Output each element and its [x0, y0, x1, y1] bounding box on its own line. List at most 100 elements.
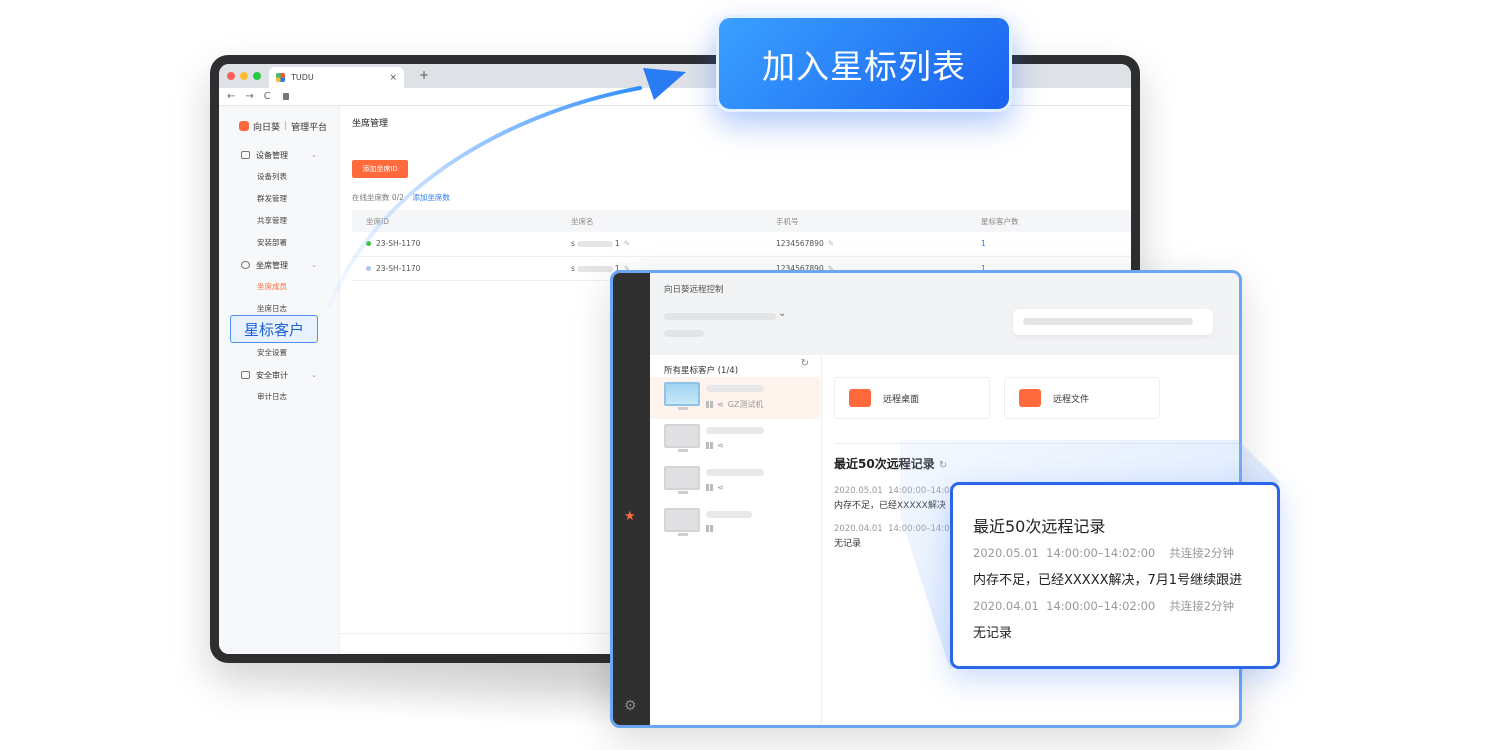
star-user-icon[interactable]: ★ — [624, 509, 640, 525]
remote-file-label: 远程文件 — [1053, 394, 1090, 405]
record-time: 14:00:00–14:02:00 — [1046, 546, 1156, 560]
nav-group-security-audit[interactable]: 安全审计 ⌄ — [219, 364, 339, 386]
phone-cell: 1234567890 ✎ — [762, 232, 967, 257]
seat-count-label: 在线坐席数 0/2 — [352, 193, 404, 202]
name-placeholder — [706, 469, 764, 476]
lock-icon — [282, 93, 289, 100]
forward-icon[interactable]: → — [245, 91, 253, 102]
divider — [834, 443, 1239, 444]
record-date: 2020.05.01 — [973, 546, 1039, 560]
monitor-icon — [664, 466, 700, 490]
client-nav-rail: ★ ⚙ — [613, 273, 650, 725]
nav-item-seat-members[interactable]: 坐席成员 — [219, 276, 339, 298]
nav-item-audit-log[interactable]: 审计日志 — [219, 386, 339, 408]
star-client-callout[interactable]: 星标客户 — [230, 315, 318, 343]
client-header: 向日葵远程控制 ⌄ — [650, 273, 1239, 355]
record-desc: 无记录 — [834, 539, 862, 549]
list-item[interactable]: ⋖ GZ测试机 — [650, 377, 820, 419]
add-seat-button[interactable]: 添加坐席ID — [352, 160, 408, 178]
client-title: 向日葵远程控制 — [664, 285, 724, 295]
nav-group-seat-mgmt[interactable]: 坐席管理 ⌄ — [219, 254, 339, 276]
list-item[interactable] — [650, 503, 820, 545]
seat-name-prefix: s — [571, 263, 575, 273]
record-duration: 共连接2分钟 — [1169, 599, 1235, 613]
seat-id: 23-SH-1170 — [376, 239, 421, 249]
close-window-dot[interactable] — [227, 72, 235, 80]
device-code-placeholder — [1023, 318, 1193, 325]
tab-favicon-icon — [276, 73, 285, 82]
list-item[interactable]: ⋖ — [650, 461, 820, 503]
monitor-stand — [678, 533, 688, 536]
nav-group-device-mgmt[interactable]: 设备管理 ⌄ — [219, 144, 339, 166]
nav-group-label: 安全审计 — [256, 370, 288, 380]
back-icon[interactable]: ← — [227, 91, 235, 102]
tab-close-icon[interactable]: × — [389, 73, 397, 83]
add-seat-link[interactable]: 添加坐席数 — [412, 193, 450, 202]
remote-file-button[interactable]: 远程文件 — [1004, 377, 1160, 419]
window-controls — [227, 72, 261, 80]
refresh-icon[interactable]: ↻ — [801, 358, 809, 369]
chevron-down-icon: ⌄ — [311, 151, 317, 159]
seat-count: 在线坐席数 0/2 添加坐席数 — [352, 192, 450, 203]
nav-item-security-settings[interactable]: 安全设置 — [219, 342, 339, 364]
online-status-dot — [366, 241, 371, 247]
record-meta: 2020.04.01 14:00:00–14:02:00 共连接2分钟 — [973, 598, 1234, 614]
page-title: 坐席管理 — [352, 119, 389, 129]
browser-tab[interactable]: TUDU × — [269, 67, 404, 88]
table-row[interactable]: 23-SH-1170 s 1 ✎ 1234567890 ✎ 1 — [352, 232, 1131, 257]
phone: 1234567890 — [776, 239, 824, 249]
list-item[interactable]: ⋖ — [650, 419, 820, 461]
remote-desktop-label: 远程桌面 — [883, 394, 920, 405]
monitor-stand — [678, 491, 688, 494]
headset-icon — [241, 261, 250, 269]
minimize-window-dot[interactable] — [240, 72, 248, 80]
maximize-window-dot[interactable] — [253, 72, 261, 80]
edit-icon[interactable]: ✎ — [624, 239, 630, 248]
device-meta — [706, 525, 713, 532]
windows-icon — [706, 442, 713, 449]
record-desc: 内存不足，已经XXXXX解决 — [834, 501, 946, 511]
star-client-list: 所有星标客户 (1/4) ↻ ⋖ GZ测试机 ⋖ ⋖ — [650, 355, 822, 725]
chevron-down-icon[interactable]: ⌄ — [778, 308, 786, 319]
nav-item-share-mgmt[interactable]: 共享管理 — [219, 210, 339, 232]
brand-suffix: 管理平台 — [291, 122, 328, 133]
folder-icon — [1019, 389, 1041, 407]
nav-item-batch-deploy[interactable]: 群发管理 — [219, 188, 339, 210]
seat-name-prefix: s — [571, 239, 575, 249]
gear-icon[interactable]: ⚙ — [624, 698, 640, 714]
edit-icon[interactable]: ✎ — [828, 239, 834, 248]
record-desc: 内存不足，已经XXXXX解决，7月1号继续跟进 — [973, 573, 1243, 588]
monitor-icon — [241, 151, 250, 159]
column-header: 星标客户数 — [967, 210, 1131, 232]
monitor-icon — [664, 424, 700, 448]
share-icon: ⋖ — [717, 400, 724, 409]
record-meta: 2020.05.01 14:00:00–14:02:00 共连接2分钟 — [973, 545, 1234, 561]
stage: TUDU × + ← → C 向日葵 | 管理平台 设备管理 ⌄ 设备列表 群发… — [0, 0, 1500, 750]
record-meta: 2020.05.01 14:00:00–14:02:00 — [834, 486, 969, 496]
monitor-stand — [678, 449, 688, 452]
brand-name: 向日葵 — [253, 122, 281, 133]
nav-item-device-list[interactable]: 设备列表 — [219, 166, 339, 188]
reload-icon[interactable]: C — [264, 91, 271, 102]
name-placeholder — [706, 511, 752, 518]
monitor-icon — [664, 508, 700, 532]
blurred-text — [576, 241, 613, 248]
remote-desktop-button[interactable]: 远程桌面 — [834, 377, 990, 419]
refresh-icon[interactable]: ↻ — [939, 460, 947, 471]
seat-id-cell: 23-SH-1170 — [352, 232, 557, 257]
new-tab-button[interactable]: + — [419, 68, 429, 82]
chevron-down-icon: ⌄ — [311, 261, 317, 269]
seat-id-cell: 23-SH-1170 — [352, 256, 557, 281]
account-placeholder — [664, 313, 776, 320]
seat-name-suffix: 1 — [614, 239, 620, 249]
seat-id: 23-SH-1170 — [376, 263, 421, 273]
windows-icon — [706, 401, 713, 408]
share-icon: ⋖ — [717, 441, 724, 450]
nav-item-install-deploy[interactable]: 安装部署 — [219, 232, 339, 254]
tab-title: TUDU — [291, 73, 314, 82]
remote-desktop-icon — [849, 389, 871, 407]
records-zoom-popup: 最近50次远程记录 2020.05.01 14:00:00–14:02:00 共连… — [950, 482, 1280, 669]
admin-sidebar: 向日葵 | 管理平台 设备管理 ⌄ 设备列表 群发管理 共享管理 安装部署 坐席… — [219, 106, 340, 654]
star-count[interactable]: 1 — [981, 239, 986, 248]
offline-status-dot — [366, 265, 371, 271]
